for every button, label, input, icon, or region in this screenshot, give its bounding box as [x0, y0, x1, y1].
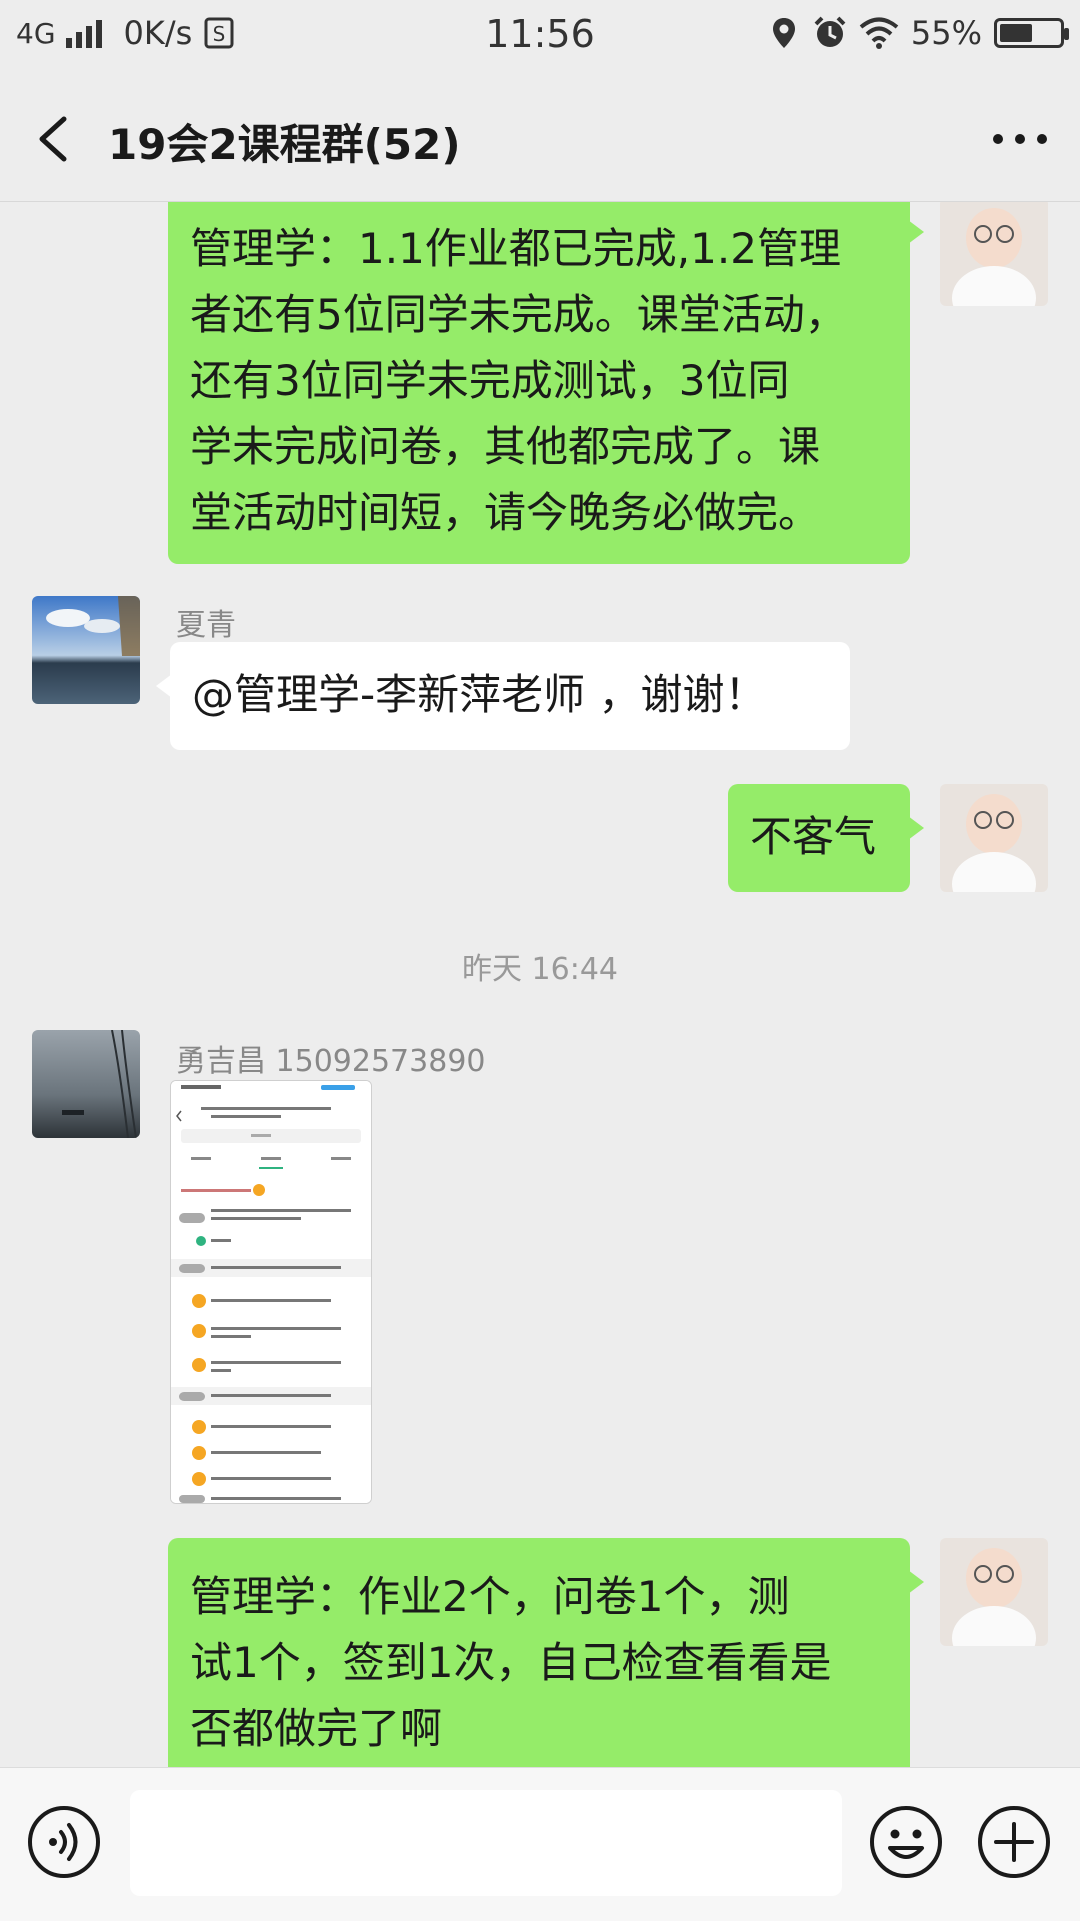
page-title: 19会2课程群(52) [108, 120, 461, 169]
message-line: 者还有5位同学未完成。课堂活动， [190, 290, 847, 339]
message-bubble[interactable]: 管理学：1.1作业都已完成,1.2管理 者还有5位同学未完成。课堂活动， 还有3… [168, 202, 924, 564]
message-bubble[interactable]: 不客气 [728, 784, 924, 892]
message-line: 管理学：作业2个，问卷1个，测 [190, 1572, 790, 1621]
message-bubble[interactable]: 管理学：作业2个，问卷1个，测 试1个，签到1次，自己检查看看是 否都做完了啊 [168, 1538, 924, 1767]
message-text: @管理学-李新萍老师 ，谢谢！ [192, 670, 767, 719]
my-avatar[interactable] [940, 784, 1048, 892]
input-bar [0, 1767, 1080, 1921]
my-avatar[interactable] [940, 1538, 1048, 1646]
message-line: 管理学：1.1作业都已完成,1.2管理 [190, 224, 841, 273]
plus-icon[interactable] [976, 1804, 1052, 1880]
battery-percent: 55% [910, 14, 982, 52]
message-list[interactable]: 管理学：1.1作业都已完成,1.2管理 者还有5位同学未完成。课堂活动， 还有3… [0, 202, 1080, 1767]
message-bubble[interactable]: @管理学-李新萍老师 ，谢谢！ [156, 642, 850, 750]
sender-name: 夏青 [176, 608, 236, 643]
message-line: 学未完成问卷，其他都完成了。课 [190, 422, 821, 471]
image-message[interactable] [170, 1080, 372, 1504]
sender-avatar[interactable] [32, 1030, 140, 1138]
voice-icon[interactable] [26, 1804, 102, 1880]
wifi-icon [859, 17, 899, 49]
sender-name: 勇吉昌 15092573890 [176, 1044, 486, 1079]
message-line: 堂活动时间短，请今晚务必做完。 [190, 488, 821, 537]
alarm-icon [814, 16, 846, 47]
status-bar: 4G 0K/s S 11:56 55% [0, 0, 1080, 75]
message-line: 否都做完了啊 [190, 1704, 443, 1753]
more-icon[interactable] [990, 131, 1050, 147]
message-line: 还有3位同学未完成测试，3位同 [190, 356, 790, 405]
my-avatar[interactable] [940, 202, 1048, 306]
battery-icon [994, 18, 1069, 48]
message-input[interactable] [130, 1790, 842, 1896]
message-text: 不客气 [750, 812, 877, 861]
back-icon[interactable] [30, 111, 80, 167]
emoji-icon[interactable] [868, 1804, 944, 1880]
message-line: 试1个，签到1次，自己检查看看是 [190, 1638, 832, 1687]
location-icon [772, 18, 795, 48]
sender-avatar[interactable] [32, 596, 140, 704]
screenshot-thumbnail [171, 1081, 371, 1503]
chat-header: 19会2课程群(52) [0, 75, 1080, 202]
timestamp: 昨天 16:44 [462, 952, 618, 987]
status-right: 55% [767, 14, 1069, 52]
